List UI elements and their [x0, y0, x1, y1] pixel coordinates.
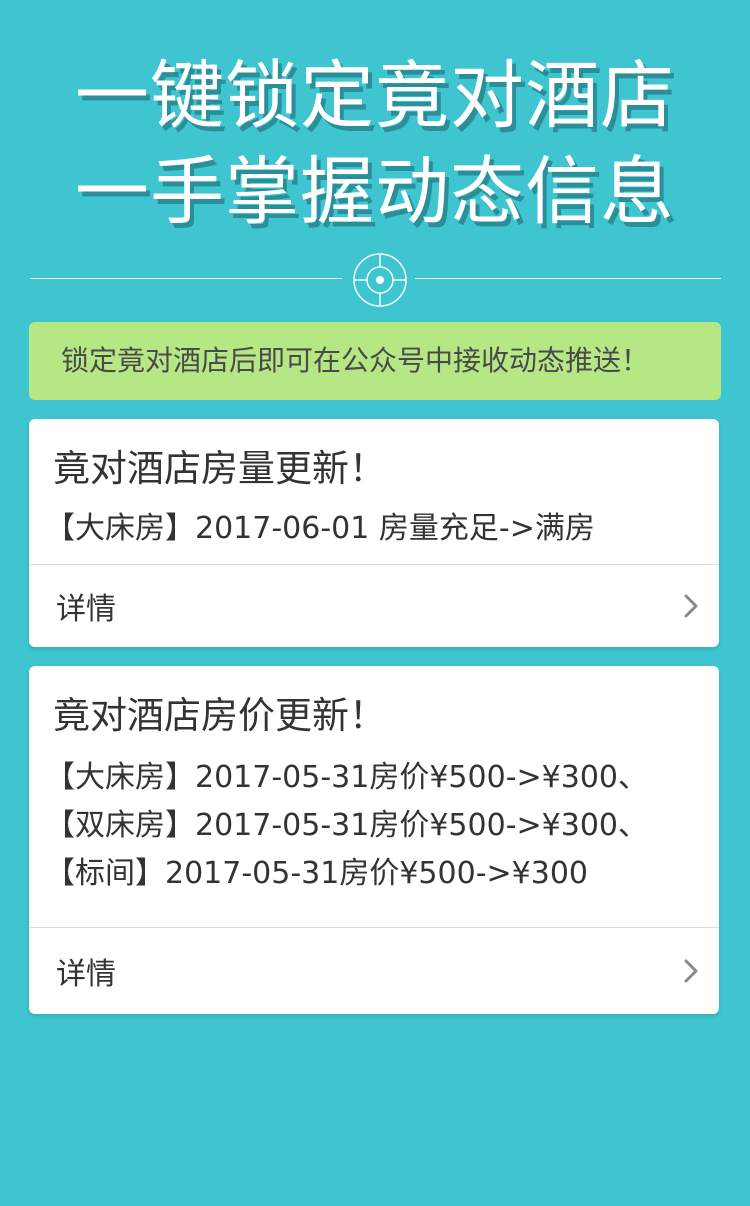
details-label: 详情 — [56, 957, 116, 992]
divider-line-right — [415, 278, 721, 279]
update-line: 【标间】2017-05-31房价¥500->¥300 — [45, 856, 589, 891]
details-link[interactable]: 详情 — [29, 928, 719, 1014]
chevron-right-icon — [684, 959, 698, 983]
details-link[interactable]: 详情 — [29, 565, 719, 647]
chevron-right-icon — [684, 594, 698, 618]
room-price-card: 竟对酒店房价更新！ 【大床房】2017-05-31房价¥500->¥300、 【… — [29, 666, 719, 1014]
card-body: 【大床房】2017-05-31房价¥500->¥300、 【双床房】2017-0… — [45, 754, 648, 898]
divider-line-left — [30, 278, 342, 279]
update-line: 【大床房】2017-05-31房价¥500->¥300、 — [45, 760, 649, 795]
update-line: 【大床房】2017-06-01 房量充足->满房 — [45, 511, 595, 546]
card-title: 竟对酒店房量更新！ — [53, 447, 386, 490]
target-icon — [353, 253, 407, 307]
card-body: 【大床房】2017-06-01 房量充足->满房 — [45, 505, 595, 553]
room-availability-card: 竟对酒店房量更新！ 【大床房】2017-06-01 房量充足->满房 详情 — [29, 419, 719, 647]
card-title: 竟对酒店房价更新！ — [53, 694, 386, 737]
details-label: 详情 — [56, 592, 116, 627]
section-divider — [30, 252, 721, 307]
hero-headline: 一键锁定竟对酒店 一手掌握动态信息 — [0, 48, 750, 240]
hero-line-1: 一键锁定竟对酒店 — [75, 53, 675, 139]
notice-banner: 锁定竟对酒店后即可在公众号中接收动态推送！ — [29, 322, 721, 400]
hero-line-2: 一手掌握动态信息 — [75, 149, 675, 235]
update-line: 【双床房】2017-05-31房价¥500->¥300、 — [45, 808, 649, 843]
